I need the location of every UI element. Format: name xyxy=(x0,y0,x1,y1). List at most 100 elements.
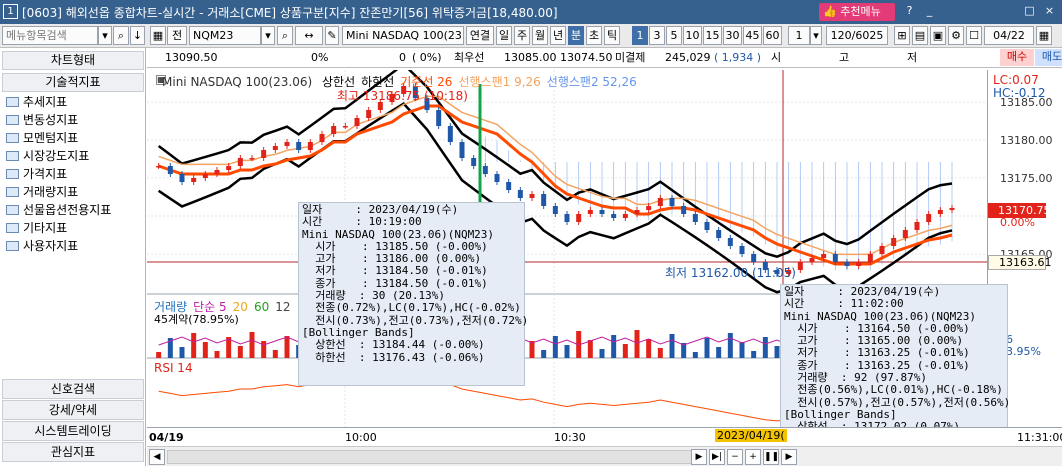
range-input[interactable]: 120/6025 xyxy=(826,26,888,45)
open-interest-label: 미결제 xyxy=(615,51,646,64)
candle-body xyxy=(669,198,675,206)
maximize-button[interactable]: □ xyxy=(1022,4,1037,19)
period-tab-3[interactable]: 월 xyxy=(532,26,548,45)
calendar-checkbox[interactable]: ☐ xyxy=(966,26,982,45)
indicator-folder-6[interactable]: 선물옵션전용지표 xyxy=(6,202,111,218)
sidebar-bottom-button-1[interactable]: 강세/약세 xyxy=(2,400,144,420)
period-tab-5[interactable]: 분 xyxy=(568,26,584,45)
period-tab-7[interactable]: 틱 xyxy=(604,26,620,45)
save-icon[interactable]: ▣ xyxy=(930,26,946,45)
candle-body xyxy=(611,214,617,218)
count-dropdown-icon[interactable]: ▾ xyxy=(810,26,822,45)
indicator-folder-3[interactable]: 시장강도지표 xyxy=(6,148,89,164)
prev-next-icon[interactable]: ↔ xyxy=(295,26,323,45)
candle-body xyxy=(366,110,372,118)
period-tab-6[interactable]: 초 xyxy=(586,26,602,45)
indicator-header[interactable]: 기술적지표 xyxy=(2,73,144,92)
indicator-folder-2[interactable]: 모멘텀지표 xyxy=(6,130,78,146)
interval-tab-45[interactable]: 45 xyxy=(743,26,762,45)
x-label-cursor-date: 2023/04/19( xyxy=(715,429,787,442)
interval-tab-3[interactable]: 3 xyxy=(649,26,665,45)
symbol-search-icon[interactable]: ⌕ xyxy=(277,26,293,45)
indicator-folder-1[interactable]: 변동성지표 xyxy=(6,112,78,128)
interval-tab-1[interactable]: 1 xyxy=(632,26,648,45)
span1-line xyxy=(158,95,953,256)
settings-icon[interactable]: ⚙ xyxy=(948,26,964,45)
zoom-in-icon[interactable]: + xyxy=(745,449,761,465)
period-tab-2[interactable]: 주 xyxy=(514,26,530,45)
minimize-button[interactable]: _ xyxy=(922,4,937,19)
change-pct: 0% xyxy=(311,51,329,64)
calendar-icon[interactable]: ▦ xyxy=(1036,26,1052,45)
play-icon[interactable]: ▶ xyxy=(781,449,797,465)
search-icon[interactable]: ⌕ xyxy=(113,26,129,45)
grid-settings-icon[interactable]: ⊞ xyxy=(894,26,910,45)
folder-icon xyxy=(6,97,19,107)
scroll-track[interactable] xyxy=(167,450,707,464)
indicator-folder-5[interactable]: 거래량지표 xyxy=(6,184,78,200)
candle-body xyxy=(657,198,663,206)
down-arrow-icon[interactable]: ↓ xyxy=(130,26,145,45)
volume-bar xyxy=(611,335,617,358)
candle-body xyxy=(214,170,220,174)
sidebar-bottom-button-2[interactable]: 시스템트레이딩 xyxy=(2,421,144,441)
tooltip-line-5: 저가 : 13163.25 (-0.01%) xyxy=(784,346,970,360)
zoom-out-icon[interactable]: − xyxy=(727,449,743,465)
grid-icon[interactable]: ▦ xyxy=(150,26,166,45)
scroll-end-icon[interactable]: ▶| xyxy=(709,449,725,465)
interval-tab-15[interactable]: 15 xyxy=(703,26,722,45)
sidebar-bottom-button-3[interactable]: 관심지표 xyxy=(2,442,144,462)
candle-body xyxy=(692,214,698,222)
close-button[interactable]: × xyxy=(1042,4,1057,19)
candle-body xyxy=(681,206,687,214)
symbol-input[interactable]: NQM23 xyxy=(189,26,261,45)
candle-body xyxy=(844,262,850,266)
volume-bar xyxy=(727,333,733,358)
interval-tab-10[interactable]: 10 xyxy=(683,26,702,45)
price-tick-2: 13175.00 xyxy=(1000,172,1053,185)
count-input[interactable]: 1 xyxy=(788,26,810,45)
volume-bar xyxy=(237,346,243,358)
period-tab-0[interactable]: 연결 xyxy=(466,26,494,45)
period-tab-1[interactable]: 일 xyxy=(496,26,512,45)
help-button[interactable]: ? xyxy=(902,4,917,19)
indicator-folder-label: 추세지표 xyxy=(23,95,68,109)
product-name-field: Mini NASDAQ 100(23.06) xyxy=(342,26,464,45)
table-icon[interactable]: ▤ xyxy=(912,26,928,45)
buy-button[interactable]: 매수 xyxy=(1000,49,1034,66)
candle-body xyxy=(856,262,862,266)
edit-icon[interactable]: ✎ xyxy=(325,26,339,45)
candle-body xyxy=(156,166,162,168)
candle-body xyxy=(704,222,710,230)
sidebar-bottom-button-0[interactable]: 신호검색 xyxy=(2,379,144,399)
indicator-folder-label: 사용자지표 xyxy=(23,239,79,253)
oi-change: ( 1,934 ) xyxy=(714,51,762,64)
menu-search-input[interactable]: 메뉴항목검색 xyxy=(2,26,98,45)
interval-tab-60[interactable]: 60 xyxy=(763,26,782,45)
volume-bar xyxy=(529,341,535,358)
candle-body xyxy=(517,190,523,198)
period-tab-4[interactable]: 년 xyxy=(550,26,566,45)
candle-body xyxy=(914,222,920,230)
pause-icon[interactable]: ❚❚ xyxy=(763,449,779,465)
indicator-folder-8[interactable]: 사용자지표 xyxy=(6,238,78,254)
price-info-bar: 13090.50 0% 0 ( 0%) 최우선 13085.00 13074.5… xyxy=(147,48,1062,68)
chart-scrollbar[interactable]: ◀ ▶ ▶| − + ❚❚ ▶ xyxy=(147,446,1062,466)
menu-dropdown-icon[interactable]: ▾ xyxy=(98,26,112,45)
indicator-folder-7[interactable]: 기타지표 xyxy=(6,220,67,236)
scroll-right-icon[interactable]: ▶ xyxy=(691,449,707,465)
indicator-folder-4[interactable]: 가격지표 xyxy=(6,166,67,182)
interval-tab-30[interactable]: 30 xyxy=(723,26,742,45)
candle-body xyxy=(447,126,453,142)
recommend-menu-button[interactable]: 👍 추천메뉴 xyxy=(819,3,895,21)
candle-body xyxy=(949,208,955,210)
front-month-button[interactable]: 전 xyxy=(167,26,187,45)
symbol-dropdown-icon[interactable]: ▾ xyxy=(261,26,275,45)
scroll-left-icon[interactable]: ◀ xyxy=(149,449,165,465)
date-input[interactable]: 04/22 xyxy=(984,26,1034,45)
sell-button[interactable]: 매도 xyxy=(1035,49,1062,66)
chart-type-button[interactable]: 차트형태 xyxy=(2,51,144,70)
indicator-folder-0[interactable]: 추세지표 xyxy=(6,94,67,110)
volume-pct: ( 0%) xyxy=(412,51,442,64)
interval-tab-5[interactable]: 5 xyxy=(666,26,682,45)
